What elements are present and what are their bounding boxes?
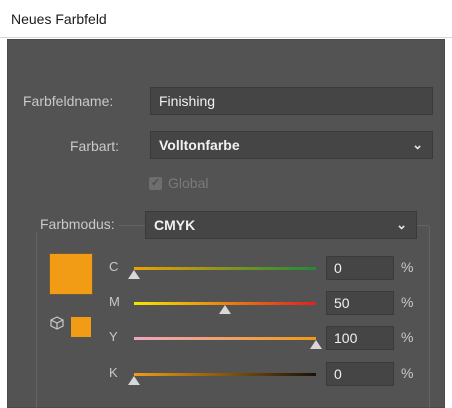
swatch-name-value: Finishing [159,93,216,109]
channel-value-input-y[interactable]: 100 [326,326,394,350]
out-of-gamut-swatch[interactable] [71,317,91,337]
cube-icon [50,316,64,330]
percent-unit-label: % [401,365,414,381]
dialog-titlebar: Neues Farbfeld [0,0,452,38]
color-mode-label: Farbmodus: [36,216,119,232]
slider-track-y[interactable] [134,337,316,340]
chevron-down-icon: ⌄ [412,137,423,152]
global-label: Global [168,175,209,191]
color-mode-value: CMYK [154,217,196,233]
color-preview-swatch [50,254,92,294]
checkmark-icon: ✓ [150,177,161,189]
color-type-value: Volltonfarbe [159,137,240,153]
slider-handle-m[interactable] [219,305,231,314]
color-mode-select[interactable]: CMYK ⌄ [145,211,417,239]
slider-handle-y[interactable] [310,340,322,349]
percent-unit-label: % [401,259,414,275]
channel-label-c: C [109,259,119,274]
channel-label-k: K [109,365,118,380]
swatch-name-label: Farbfeldname: [23,93,114,109]
channel-value-input-k[interactable]: 0 [326,362,394,386]
slider-handle-k[interactable] [128,376,140,385]
channel-label-y: Y [109,329,118,344]
channel-value-input-c[interactable]: 0 [326,256,394,280]
percent-unit-label: % [401,329,414,345]
channel-value-input-m[interactable]: 50 [326,291,394,315]
color-type-select[interactable]: Volltonfarbe ⌄ [150,131,433,159]
color-type-label: Farbart: [70,138,120,154]
slider-track-k[interactable] [134,373,316,376]
slider-handle-c[interactable] [128,270,140,279]
dialog-title: Neues Farbfeld [11,11,107,27]
global-checkbox[interactable]: ✓ [149,177,162,190]
swatch-name-input[interactable]: Finishing [150,87,433,115]
chevron-down-icon: ⌄ [396,217,407,232]
slider-track-c[interactable] [134,267,316,270]
percent-unit-label: % [401,294,414,310]
channel-label-m: M [109,294,120,309]
